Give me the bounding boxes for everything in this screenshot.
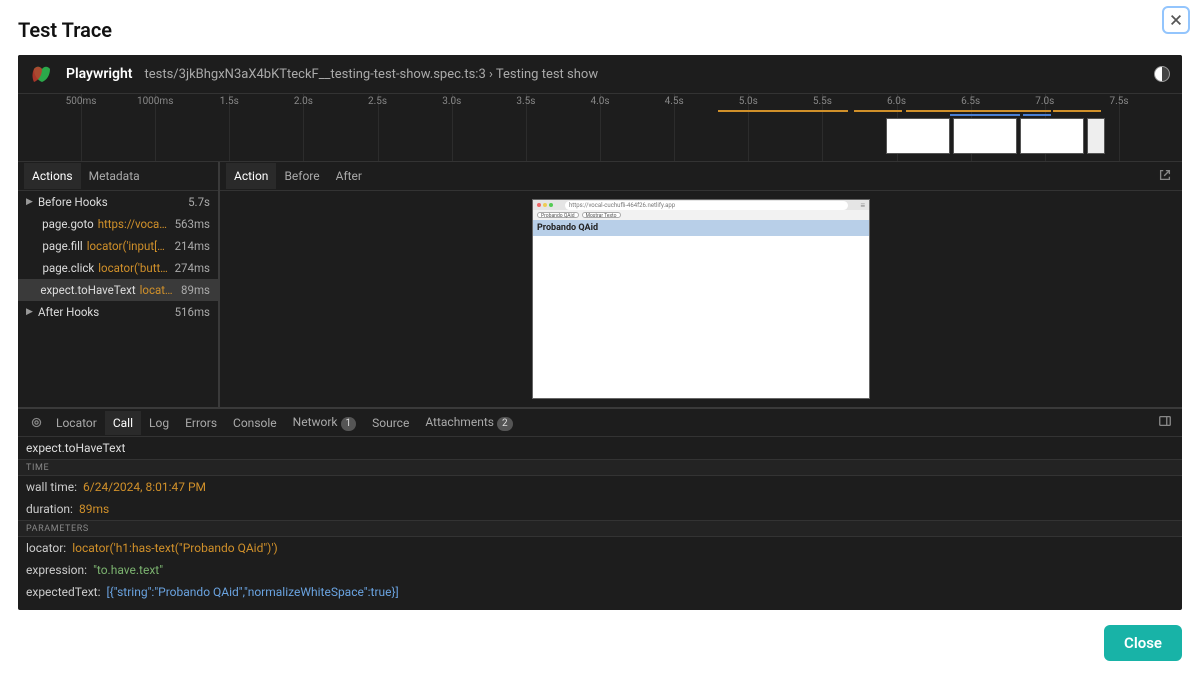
snapshot-url: https://vocal-cuchufli-464f26.netlify.ap… — [565, 201, 848, 210]
panel-toggle-icon[interactable] — [1154, 410, 1176, 435]
snapshot-h1: Probando QAid — [533, 220, 869, 236]
target-icon[interactable] — [24, 416, 48, 429]
tab-metadata[interactable]: Metadata — [81, 163, 148, 189]
filmstrip-frame[interactable] — [1020, 118, 1084, 154]
product-name: Playwright — [66, 66, 132, 82]
tab-action[interactable]: Action — [226, 163, 276, 189]
action-row[interactable]: page.clicklocator('button:…274ms — [18, 257, 218, 279]
snapshot-panel: Action Before After https://vocal-cuchuf… — [220, 162, 1182, 407]
tab-log[interactable]: Log — [141, 411, 177, 435]
filmstrip-frame[interactable] — [886, 118, 950, 154]
filmstrip-frame[interactable] — [953, 118, 1017, 154]
tab-source[interactable]: Source — [364, 411, 417, 435]
tab-actions[interactable]: Actions — [24, 163, 81, 189]
action-row[interactable]: page.filllocator('input[plac…214ms — [18, 235, 218, 257]
tab-call[interactable]: Call — [105, 411, 141, 435]
actions-panel: Actions Metadata ▶ Before Hooks 5.7s pag… — [18, 162, 220, 407]
close-button[interactable]: Close — [1104, 625, 1182, 661]
bottom-panel: Locator Call Log Errors Console Network1… — [18, 407, 1182, 607]
before-hooks-row[interactable]: ▶ Before Hooks 5.7s — [18, 191, 218, 213]
trace-viewer: Playwright tests/3jkBhgxN3aX4bKTteckF__t… — [18, 55, 1182, 610]
close-icon-button[interactable] — [1162, 6, 1190, 34]
trace-header: Playwright tests/3jkBhgxN3aX4bKTteckF__t… — [18, 55, 1182, 93]
call-title: expect.toHaveText — [18, 437, 1182, 459]
chevron-right-icon: ▶ — [26, 197, 36, 207]
spec-path: tests/3jkBhgxN3aX4bKTteckF__testing-test… — [144, 67, 598, 82]
popout-icon[interactable] — [1154, 164, 1176, 189]
wall-time-value: 6/24/2024, 8:01:47 PM — [83, 480, 206, 494]
after-hooks-row[interactable]: ▶ After Hooks 516ms — [18, 301, 218, 323]
playwright-logo-icon — [30, 62, 54, 86]
expected-text-value: [{"string":"Probando QAid","normalizeWhi… — [106, 585, 398, 599]
actions-list: ▶ Before Hooks 5.7s page.gotohttps://voc… — [18, 191, 218, 407]
close-icon — [1169, 13, 1183, 27]
locator-value: locator('h1:has-text("Probando QAid")') — [72, 541, 277, 555]
call-detail: expect.toHaveText TIME wall time:6/24/20… — [18, 437, 1182, 607]
action-row[interactable]: page.gotohttps://vocal-cu…563ms — [18, 213, 218, 235]
tab-network[interactable]: Network1 — [285, 410, 364, 436]
tab-errors[interactable]: Errors — [177, 411, 225, 435]
expression-value: "to.have.text" — [93, 563, 163, 577]
timeline[interactable]: 500ms1000ms1.5s2.0s2.5s3.0s3.5s4.0s4.5s5… — [18, 93, 1182, 161]
duration-value: 89ms — [79, 502, 109, 516]
tab-locator[interactable]: Locator — [48, 411, 105, 435]
action-row[interactable]: expect.toHaveTextlocator('…89ms — [18, 279, 218, 301]
tab-before[interactable]: Before — [276, 163, 327, 189]
tab-console[interactable]: Console — [225, 411, 285, 435]
modal-title: Test Trace — [18, 18, 112, 42]
tab-after[interactable]: After — [328, 163, 370, 189]
theme-toggle-icon[interactable] — [1154, 66, 1170, 82]
filmstrip-frame[interactable] — [1087, 118, 1105, 154]
tab-attachments[interactable]: Attachments2 — [417, 410, 520, 436]
left-tabbar: Actions Metadata — [18, 162, 218, 191]
chevron-right-icon: ▶ — [26, 307, 36, 317]
browser-snapshot: https://vocal-cuchufli-464f26.netlify.ap… — [532, 199, 870, 399]
